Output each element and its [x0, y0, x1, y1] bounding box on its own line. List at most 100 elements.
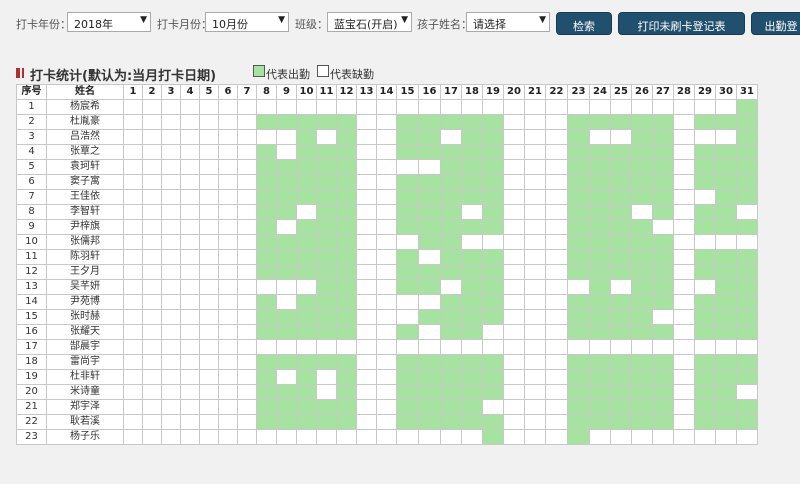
attendance-cell-present	[461, 144, 483, 160]
attendance-cell-present	[631, 309, 653, 325]
child-select[interactable]: 请选择 ▼	[466, 12, 550, 32]
column-header-day: 16	[418, 84, 441, 100]
attendance-cell-present	[336, 399, 357, 415]
section-title-text: 打卡统计(默认为:当月打卡日期)	[30, 69, 217, 84]
attendance-cell-absent	[356, 324, 377, 340]
attendance-cell-present	[461, 129, 483, 145]
table-row: 2 杜胤豪	[16, 114, 758, 130]
attendance-cell-present	[715, 189, 737, 205]
attendance-cell-present	[461, 114, 483, 130]
attendance-cell-present	[316, 249, 337, 265]
attendance-cell-absent	[199, 129, 219, 145]
attendance-cell-absent	[673, 384, 695, 400]
row-seq: 2	[16, 114, 47, 130]
attendance-cell-present	[567, 234, 590, 250]
table-row: 8 李智轩	[16, 204, 758, 220]
export-attendance-button[interactable]: 出勤登	[751, 12, 800, 35]
attendance-cell-present	[694, 384, 716, 400]
attendance-cell-present	[610, 234, 632, 250]
attendance-cell-absent	[673, 129, 695, 145]
attendance-cell-present	[256, 294, 277, 310]
attendance-cell-absent	[440, 99, 462, 115]
attendance-cell-absent	[524, 414, 546, 430]
row-seq: 13	[16, 279, 47, 295]
attendance-cell-present	[336, 384, 357, 400]
attendance-cell-absent	[123, 174, 143, 190]
attendance-cell-absent	[715, 99, 737, 115]
attendance-cell-absent	[376, 279, 397, 295]
attendance-cell-absent	[218, 264, 238, 280]
attendance-cell-absent	[694, 429, 716, 445]
attendance-cell-absent	[237, 309, 257, 325]
attendance-cell-present	[589, 189, 611, 205]
attendance-cell-present	[652, 114, 674, 130]
column-header-day: 2	[142, 84, 162, 100]
attendance-cell-absent	[356, 189, 377, 205]
attendance-cell-absent	[673, 294, 695, 310]
attendance-cell-absent	[503, 354, 525, 370]
attendance-cell-absent	[503, 264, 525, 280]
attendance-cell-absent	[237, 204, 257, 220]
attendance-cell-absent	[237, 159, 257, 175]
attendance-cell-present	[482, 279, 504, 295]
attendance-cell-present	[567, 429, 590, 445]
attendance-cell-absent	[276, 369, 297, 385]
attendance-cell-present	[589, 174, 611, 190]
attendance-cell-absent	[142, 159, 162, 175]
table-row: 15 张时赫	[16, 309, 758, 325]
attendance-cell-absent	[180, 399, 200, 415]
attendance-cell-absent	[503, 384, 525, 400]
attendance-cell-absent	[524, 99, 546, 115]
attendance-cell-present	[715, 354, 737, 370]
attendance-cell-absent	[161, 159, 181, 175]
attendance-cell-present	[336, 324, 357, 340]
search-button[interactable]: 检索	[556, 12, 612, 35]
attendance-cell-absent	[142, 174, 162, 190]
attendance-cell-present	[715, 174, 737, 190]
attendance-cell-present	[418, 354, 441, 370]
month-select[interactable]: 10月份 ▼	[205, 12, 289, 32]
attendance-cell-present	[694, 369, 716, 385]
attendance-cell-present	[631, 279, 653, 295]
row-student-name: 郑宇泽	[46, 399, 124, 415]
attendance-cell-absent	[545, 219, 568, 235]
row-student-name: 郜晨宇	[46, 339, 124, 355]
attendance-cell-present	[256, 114, 277, 130]
attendance-cell-present	[336, 249, 357, 265]
attendance-cell-absent	[161, 309, 181, 325]
attendance-cell-absent	[316, 384, 337, 400]
attendance-cell-present	[589, 309, 611, 325]
attendance-cell-present	[396, 219, 419, 235]
attendance-cell-present	[256, 174, 277, 190]
year-value: 2018年	[74, 18, 113, 31]
attendance-cell-present	[336, 219, 357, 235]
attendance-cell-absent	[545, 294, 568, 310]
attendance-cell-absent	[652, 339, 674, 355]
attendance-cell-present	[567, 294, 590, 310]
attendance-cell-absent	[736, 339, 758, 355]
attendance-cell-absent	[123, 399, 143, 415]
column-header-day: 21	[524, 84, 546, 100]
attendance-cell-absent	[418, 99, 441, 115]
year-select[interactable]: 2018年 ▼	[67, 12, 151, 32]
attendance-cell-absent	[610, 129, 632, 145]
attendance-cell-absent	[180, 174, 200, 190]
attendance-cell-absent	[161, 354, 181, 370]
table-row: 19 杜非轩	[16, 369, 758, 385]
class-select[interactable]: 蓝宝石(开启) ▼	[327, 12, 412, 32]
attendance-cell-absent	[237, 219, 257, 235]
attendance-cell-absent	[356, 354, 377, 370]
attendance-cell-present	[276, 114, 297, 130]
attendance-cell-absent	[482, 234, 504, 250]
print-unswiped-button[interactable]: 打印未刷卡登记表	[618, 12, 745, 35]
attendance-cell-absent	[199, 174, 219, 190]
attendance-cell-present	[482, 114, 504, 130]
attendance-cell-present	[276, 204, 297, 220]
attendance-cell-absent	[123, 324, 143, 340]
attendance-cell-present	[440, 219, 462, 235]
attendance-cell-present	[652, 159, 674, 175]
attendance-cell-absent	[461, 339, 483, 355]
attendance-cell-absent	[123, 294, 143, 310]
attendance-cell-absent	[142, 219, 162, 235]
attendance-cell-absent	[673, 324, 695, 340]
